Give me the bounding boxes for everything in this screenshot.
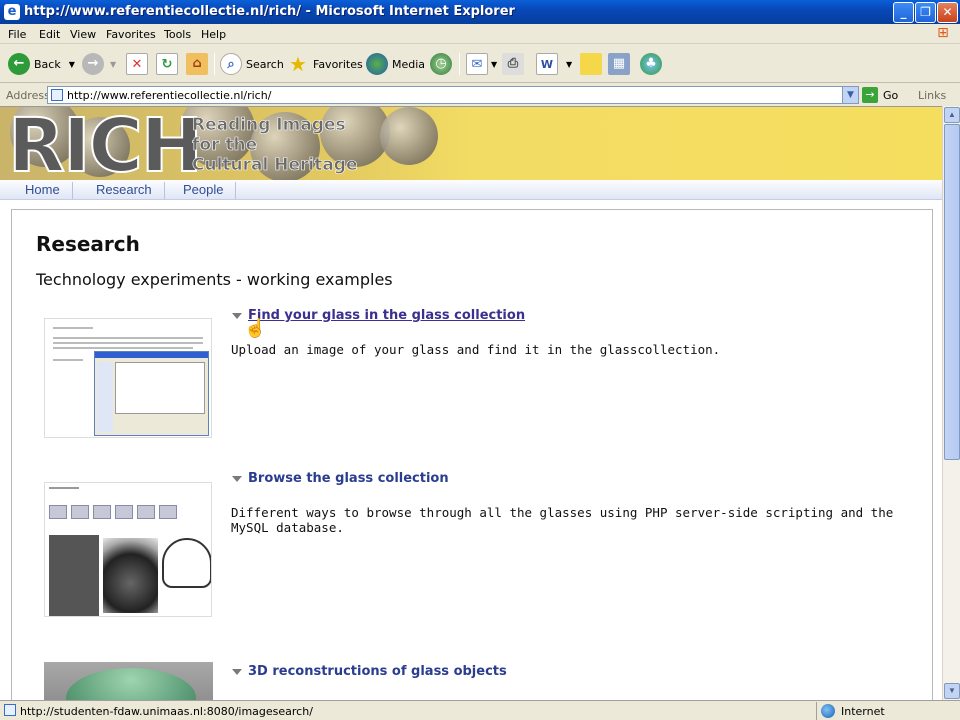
menu-bar: File Edit View Favorites Tools Help ⊞ bbox=[0, 24, 960, 44]
status-text: http://studenten-fdaw.unimaas.nl:8080/im… bbox=[20, 705, 313, 718]
item-3d-title[interactable]: 3D reconstructions of glass objects bbox=[232, 664, 507, 679]
window-title: http://www.referentiecollectie.nl/rich/ … bbox=[24, 4, 515, 19]
item-find-glass-description: Upload an image of your glass and find i… bbox=[231, 342, 721, 357]
page-title: Research bbox=[36, 232, 140, 256]
status-bar: http://studenten-fdaw.unimaas.nl:8080/im… bbox=[0, 700, 960, 720]
window-title-bar[interactable]: e http://www.referentiecollectie.nl/rich… bbox=[0, 0, 960, 24]
glass-bowl-image bbox=[66, 668, 196, 700]
expand-triangle-icon bbox=[232, 668, 242, 675]
coin-image bbox=[380, 107, 438, 165]
address-dropdown-icon[interactable]: ▼ bbox=[842, 87, 858, 103]
discuss-button[interactable] bbox=[580, 51, 602, 77]
forward-arrow-icon: → bbox=[82, 53, 104, 75]
nav-people[interactable]: People bbox=[171, 182, 237, 199]
glass-search-thumbnail[interactable] bbox=[44, 318, 212, 438]
page-icon bbox=[51, 89, 63, 101]
address-input[interactable]: http://www.referentiecollectie.nl/rich/ … bbox=[47, 86, 859, 104]
security-zone: Internet bbox=[816, 702, 960, 720]
address-label: Address bbox=[6, 89, 50, 102]
page-icon bbox=[4, 704, 16, 716]
refresh-button[interactable]: ↻ bbox=[156, 51, 178, 77]
mail-dropdown-icon[interactable]: ▼ bbox=[491, 60, 497, 69]
file-dialog-image bbox=[94, 351, 209, 436]
toolbar-separator bbox=[214, 53, 215, 75]
page-subtitle: Technology experiments - working example… bbox=[36, 270, 393, 289]
note-icon bbox=[580, 53, 602, 75]
internet-globe-icon bbox=[821, 704, 835, 718]
research-icon: ▦ bbox=[608, 53, 630, 75]
search-button[interactable]: ⌕ Search bbox=[220, 51, 284, 77]
messenger-icon: ♣ bbox=[640, 53, 662, 75]
mail-icon: ✉ bbox=[466, 53, 488, 75]
history-icon: ◷ bbox=[430, 53, 452, 75]
toolbar: ← Back ▼ → ▼ ✕ ↻ ⌂ ⌕ Search ★ Favorites … bbox=[0, 45, 960, 83]
minimize-button[interactable]: _ bbox=[893, 2, 914, 23]
content-panel: Research Technology experiments - workin… bbox=[11, 209, 933, 700]
rich-logo[interactable]: RICH bbox=[7, 107, 204, 180]
word-edit-icon: W bbox=[536, 53, 558, 75]
menu-view[interactable]: View bbox=[70, 28, 96, 41]
forward-button[interactable]: → ▼ bbox=[82, 51, 116, 77]
edit-button[interactable]: W ▼ bbox=[536, 51, 572, 77]
glass-drawing-image bbox=[162, 538, 211, 588]
go-button[interactable]: → Go bbox=[862, 87, 898, 103]
go-arrow-icon: → bbox=[862, 87, 878, 103]
menu-edit[interactable]: Edit bbox=[39, 28, 60, 41]
hand-cursor-icon: ☝ bbox=[244, 318, 267, 338]
search-icon: ⌕ bbox=[220, 53, 242, 75]
star-icon: ★ bbox=[289, 52, 307, 76]
media-button[interactable]: Media bbox=[366, 51, 425, 77]
home-button[interactable]: ⌂ bbox=[186, 51, 208, 77]
back-arrow-icon: ← bbox=[8, 53, 30, 75]
item-browse-description: Different ways to browse through all the… bbox=[231, 505, 894, 535]
links-button[interactable]: Links bbox=[918, 89, 946, 102]
print-button[interactable]: ⎙ bbox=[502, 51, 524, 77]
home-icon: ⌂ bbox=[186, 53, 208, 75]
mail-button[interactable]: ✉ ▼ bbox=[466, 51, 497, 77]
expand-triangle-icon bbox=[232, 475, 242, 482]
address-bar: Address http://www.referentiecollectie.n… bbox=[0, 84, 960, 106]
rich-tagline: Reading Images for the Cultural Heritage bbox=[192, 115, 358, 176]
menu-help[interactable]: Help bbox=[201, 28, 226, 41]
nav-research[interactable]: Research bbox=[84, 182, 165, 199]
edit-dropdown-icon[interactable]: ▼ bbox=[566, 60, 572, 69]
research-button[interactable]: ▦ bbox=[608, 51, 630, 77]
item-find-glass-title[interactable]: Find your glass in the glass collection bbox=[232, 308, 525, 323]
forward-dropdown-icon[interactable]: ▼ bbox=[110, 60, 116, 69]
history-button[interactable]: ◷ bbox=[430, 51, 452, 77]
scroll-up-icon[interactable]: ▲ bbox=[944, 107, 960, 123]
ie-icon: e bbox=[4, 4, 20, 20]
refresh-icon: ↻ bbox=[156, 53, 178, 75]
scroll-down-icon[interactable]: ▼ bbox=[944, 683, 960, 699]
page-viewport: RICH Reading Images for the Cultural Her… bbox=[0, 106, 942, 700]
favorites-button[interactable]: ★ Favorites bbox=[287, 51, 363, 77]
maximize-button[interactable]: ❐ bbox=[915, 2, 936, 23]
site-nav: Home Research People bbox=[0, 180, 942, 200]
scroll-thumb[interactable] bbox=[944, 124, 960, 460]
item-browse-title[interactable]: Browse the glass collection bbox=[232, 471, 449, 486]
browse-collection-thumbnail[interactable] bbox=[44, 482, 212, 617]
back-button[interactable]: ← Back ▼ bbox=[8, 51, 75, 77]
stop-icon: ✕ bbox=[126, 53, 148, 75]
printer-icon: ⎙ bbox=[502, 53, 524, 75]
menu-favorites[interactable]: Favorites bbox=[106, 28, 156, 41]
address-url[interactable]: http://www.referentiecollectie.nl/rich/ bbox=[67, 89, 271, 102]
glass-vase-image bbox=[103, 538, 158, 613]
vertical-scrollbar[interactable]: ▲ ▼ bbox=[942, 106, 960, 700]
messenger-button[interactable]: ♣ bbox=[640, 51, 662, 77]
site-banner: RICH Reading Images for the Cultural Her… bbox=[0, 107, 942, 180]
nav-home[interactable]: Home bbox=[13, 182, 73, 199]
media-globe-icon bbox=[366, 53, 388, 75]
close-button[interactable]: ✕ bbox=[937, 2, 958, 23]
back-dropdown-icon[interactable]: ▼ bbox=[69, 60, 75, 69]
menu-tools[interactable]: Tools bbox=[164, 28, 191, 41]
toolbar-separator bbox=[459, 53, 460, 75]
menu-file[interactable]: File bbox=[8, 28, 26, 41]
expand-triangle-icon bbox=[232, 312, 242, 319]
3d-reconstruction-thumbnail[interactable] bbox=[44, 662, 213, 700]
windows-logo-icon: ⊞ bbox=[937, 25, 949, 41]
stop-button[interactable]: ✕ bbox=[126, 51, 148, 77]
